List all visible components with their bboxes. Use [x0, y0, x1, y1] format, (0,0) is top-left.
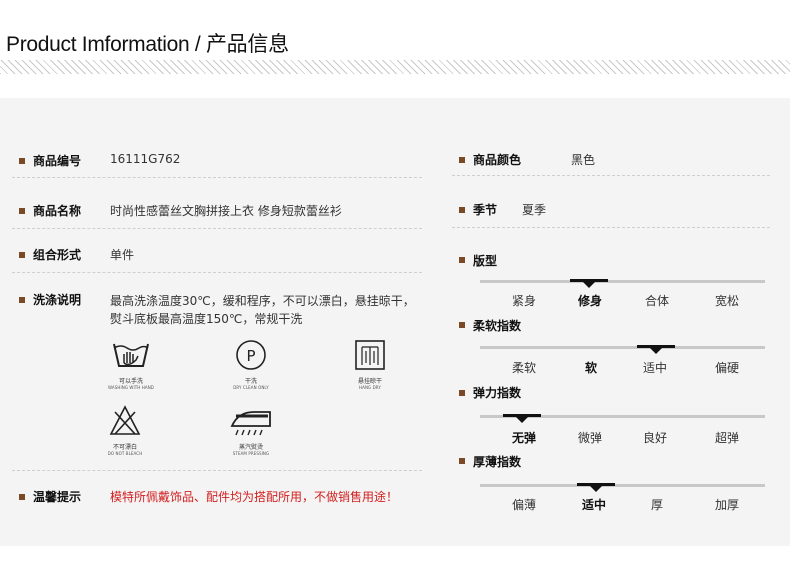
- bullet-icon: [459, 257, 465, 263]
- care-en: HANG DRY: [359, 385, 381, 390]
- row-divider: [12, 177, 422, 178]
- bullet-icon: [459, 322, 465, 328]
- elasticity-option: 微弹: [577, 431, 602, 445]
- form-value: 单件: [110, 248, 135, 262]
- wash-label: 洗涤说明: [33, 293, 82, 307]
- fit-option-selected: 修身: [577, 294, 602, 308]
- softness-option-selected: 适中: [642, 361, 667, 375]
- tip-value: 模特所佩戴饰品、配件均为搭配所用，不做销售用途！: [110, 490, 399, 504]
- row-divider: [12, 272, 422, 273]
- hand-wash-icon: [113, 343, 149, 367]
- bullet-icon: [459, 390, 465, 396]
- thickness-option: 厚: [650, 498, 663, 512]
- bullet-icon: [459, 207, 465, 213]
- care-cn: 可以手洗: [118, 378, 143, 385]
- svg-text:P: P: [246, 347, 255, 365]
- care-steam-iron: 蒸汽熨烫 STEAM PRESSING: [222, 404, 280, 456]
- bullet-icon: [19, 208, 25, 214]
- thickness-option: 偏薄: [511, 498, 536, 512]
- row-divider: [452, 175, 770, 176]
- fit-label: 版型: [473, 254, 498, 268]
- bullet-icon: [19, 297, 25, 303]
- dry-clean-icon: P: [236, 340, 266, 370]
- season-value: 夏季: [522, 203, 547, 217]
- info-panel: 商品编号 16111G762 商品名称 时尚性感蕾丝文胸拼接上衣 修身短款蕾丝衫…: [0, 98, 790, 546]
- wash-line-2: 熨斗底板最高温度150℃，常规干洗: [110, 312, 303, 326]
- sku-value: 16111G762: [110, 152, 181, 166]
- care-cn: 干洗: [244, 378, 257, 385]
- care-cn: 悬挂晾干: [357, 378, 382, 385]
- thickness-scale-marker: [577, 483, 615, 492]
- fit-option: 紧身: [511, 294, 536, 308]
- color-value: 黑色: [571, 153, 596, 167]
- elasticity-label: 弹力指数: [473, 386, 522, 400]
- fit-scale-track: [480, 280, 765, 283]
- care-dry-clean: P 干洗 DRY CLEAN ONLY: [222, 338, 280, 390]
- row-divider: [12, 228, 422, 229]
- thickness-option-selected: 适中: [581, 498, 606, 512]
- softness-option: 偏硬: [714, 361, 739, 375]
- tip-label: 温馨提示: [33, 490, 82, 504]
- softness-label: 柔软指数: [473, 319, 522, 333]
- care-en: DRY CLEAN ONLY: [233, 385, 269, 390]
- fit-scale-marker: [570, 279, 608, 288]
- color-label: 商品颜色: [473, 153, 522, 167]
- steam-iron-icon: [230, 411, 271, 436]
- row-divider: [12, 470, 422, 471]
- bullet-icon: [19, 158, 25, 164]
- softness-option: 软: [584, 361, 597, 375]
- elasticity-option: 良好: [642, 431, 667, 445]
- name-value: 时尚性感蕾丝文胸拼接上衣 修身短款蕾丝衫: [110, 204, 342, 218]
- wash-line-1: 最高洗涤温度30℃，缓和程序，不可以漂白，悬挂晾干，: [110, 294, 415, 308]
- season-label: 季节: [473, 203, 498, 217]
- softness-scale-track: [480, 346, 765, 349]
- fit-option: 宽松: [714, 294, 739, 308]
- elasticity-option: 超弹: [714, 431, 739, 445]
- softness-option: 柔软: [511, 361, 536, 375]
- row-divider: [452, 227, 770, 228]
- softness-scale-marker: [637, 345, 675, 354]
- hang-dry-icon: [355, 340, 385, 370]
- fit-option: 合体: [644, 294, 669, 308]
- page-title: Product Imformation / 产品信息: [6, 33, 289, 56]
- thickness-scale-track: [480, 484, 765, 487]
- care-en: STEAM PRESSING: [232, 451, 270, 456]
- care-no-bleach: 不可漂白 DO NOT BLEACH: [100, 404, 150, 456]
- care-hand-wash: 可以手洗 WASHING WITH HAND: [100, 338, 162, 390]
- hatch-divider: [0, 60, 790, 74]
- care-en: DO NOT BLEACH: [107, 451, 143, 456]
- bullet-icon: [19, 252, 25, 258]
- form-label: 组合形式: [33, 248, 82, 262]
- care-en: WASHING WITH HAND: [108, 385, 154, 390]
- sku-label: 商品编号: [33, 154, 82, 168]
- thickness-label: 厚薄指数: [473, 455, 522, 469]
- bullet-icon: [459, 157, 465, 163]
- elasticity-option-selected: 无弹: [511, 431, 536, 445]
- bullet-icon: [459, 458, 465, 464]
- elasticity-scale-marker: [503, 414, 541, 423]
- name-label: 商品名称: [33, 204, 82, 218]
- care-cn: 蒸汽熨烫: [238, 444, 263, 451]
- care-hang-dry: 悬挂晾干 HANG DRY: [348, 338, 392, 390]
- no-bleach-icon: [109, 405, 141, 435]
- care-cn: 不可漂白: [112, 444, 137, 451]
- thickness-option: 加厚: [714, 498, 739, 512]
- bullet-icon: [19, 494, 25, 500]
